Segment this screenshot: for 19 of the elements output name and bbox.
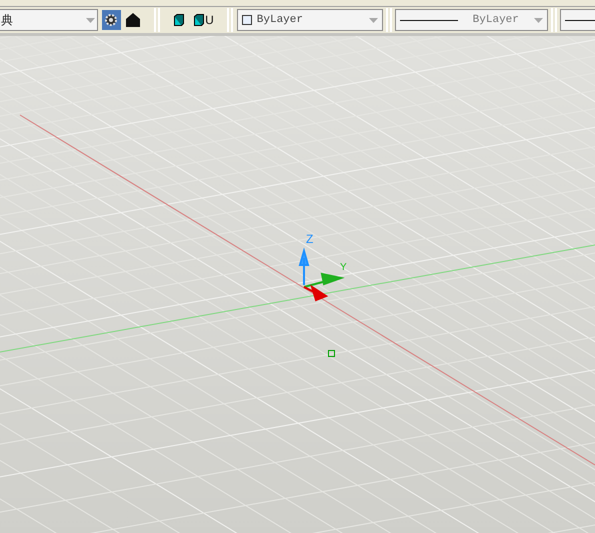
dropdown-caret-icon [368, 18, 378, 22]
y-axis-label: Y [340, 263, 347, 273]
linetype-dropdown[interactable]: ByLayer [394, 9, 548, 31]
pickbox-icon [328, 350, 335, 357]
cube-icon [174, 14, 184, 26]
dropdown-caret-icon [534, 18, 543, 22]
style-dropdown[interactable]: 典 [0, 9, 98, 31]
house-icon [125, 12, 142, 28]
color-swatch-icon [242, 15, 252, 25]
z-axis-label: Z [306, 233, 314, 245]
ucs-button[interactable]: U [192, 10, 216, 30]
color-dropdown[interactable]: ByLayer [236, 9, 383, 31]
ucs-icon [299, 247, 345, 301]
cube-icon [194, 14, 204, 26]
settings-button[interactable] [102, 10, 121, 30]
lineweight-dropdown[interactable] [560, 9, 595, 31]
house-button[interactable] [124, 10, 143, 30]
dropdown-caret-icon [86, 18, 95, 22]
settings-icon [103, 12, 120, 28]
